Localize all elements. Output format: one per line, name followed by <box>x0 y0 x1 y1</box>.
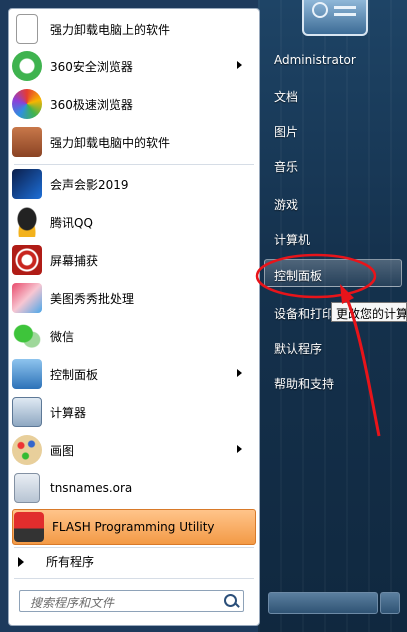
separator <box>14 547 254 548</box>
program-label: 360极速浏览器 <box>50 97 133 112</box>
program-item[interactable]: 画图 <box>12 432 256 468</box>
program-label: 画图 <box>50 443 75 458</box>
triangle-right-icon <box>18 556 24 567</box>
video-editor-icon <box>12 169 42 199</box>
separator <box>14 164 254 165</box>
program-item[interactable]: 微信 <box>12 318 256 354</box>
program-label: 美图秀秀批处理 <box>50 291 135 306</box>
meitu-icon <box>12 283 42 313</box>
program-label: 会声会影2019 <box>50 177 129 192</box>
program-label: FLASH Programming Utility <box>52 520 215 534</box>
document-icon <box>16 14 38 44</box>
separator <box>14 578 254 579</box>
file-icon <box>14 473 40 503</box>
program-label: tnsnames.ora <box>50 481 133 495</box>
silicon-labs-icon <box>14 512 44 542</box>
program-label: 微信 <box>50 329 75 344</box>
program-item[interactable]: 美图秀秀批处理 <box>12 280 256 316</box>
program-item[interactable]: 计算器 <box>12 394 256 430</box>
submenu-arrow-icon <box>237 61 242 69</box>
shutdown-options-button[interactable] <box>380 592 400 614</box>
user-avatar-icon <box>312 2 328 18</box>
search-input[interactable]: 搜索程序和文件 <box>19 590 244 612</box>
program-item[interactable]: 屏幕捕获 <box>12 242 256 278</box>
submenu-arrow-icon <box>237 445 242 453</box>
program-item[interactable]: tnsnames.ora <box>12 470 256 506</box>
search-placeholder: 搜索程序和文件 <box>30 596 115 610</box>
program-item[interactable]: 控制面板 <box>12 356 256 392</box>
program-item[interactable]: 360安全浏览器 <box>12 48 256 84</box>
program-item[interactable]: 强力卸载电脑上的软件 <box>12 11 256 47</box>
program-item-highlighted[interactable]: FLASH Programming Utility <box>12 509 256 545</box>
right-item-music[interactable]: 音乐 <box>274 158 298 175</box>
right-item-help-support[interactable]: 帮助和支持 <box>274 375 334 392</box>
all-programs[interactable]: 所有程序 <box>18 553 94 570</box>
search-icon[interactable] <box>224 594 237 607</box>
qq-penguin-icon <box>12 207 42 237</box>
right-item-games[interactable]: 游戏 <box>274 196 298 213</box>
control-panel-icon <box>12 359 42 389</box>
program-label: 控制面板 <box>50 367 99 382</box>
submenu-arrow-icon <box>237 369 242 377</box>
360-browser-icon <box>12 51 42 81</box>
user-picture[interactable] <box>302 0 368 36</box>
program-label: 强力卸载电脑中的软件 <box>50 135 171 150</box>
program-item[interactable]: 会声会影2019 <box>12 166 256 202</box>
right-item-default-programs[interactable]: 默认程序 <box>274 340 322 357</box>
program-label: 屏幕捕获 <box>50 253 99 268</box>
paint-icon <box>12 435 42 465</box>
program-label: 腾讯QQ <box>50 215 93 230</box>
program-item[interactable]: 强力卸载电脑中的软件 <box>12 124 256 160</box>
right-item-control-panel[interactable]: 控制面板 <box>274 267 322 284</box>
user-avatar-line <box>334 6 356 9</box>
right-item-computer[interactable]: 计算机 <box>274 231 310 248</box>
program-label: 360安全浏览器 <box>50 59 133 74</box>
tooltip: 更改您的计算 <box>331 302 407 322</box>
program-label: 强力卸载电脑上的软件 <box>50 22 171 37</box>
screen-capture-icon <box>12 245 42 275</box>
right-item-devices-printers[interactable]: 设备和打印 <box>274 305 334 322</box>
uninstall-box-icon <box>12 127 42 157</box>
wechat-icon <box>12 321 42 351</box>
program-label: 计算器 <box>50 405 87 420</box>
360-speed-browser-icon <box>12 89 42 119</box>
all-programs-label: 所有程序 <box>46 555 95 569</box>
program-item[interactable]: 腾讯QQ <box>12 204 256 240</box>
calculator-icon <box>12 397 42 427</box>
user-avatar-line <box>334 13 356 16</box>
right-item-user[interactable]: Administrator <box>274 53 356 67</box>
shutdown-button[interactable] <box>268 592 378 614</box>
right-item-pictures[interactable]: 图片 <box>274 123 298 140</box>
program-item[interactable]: 360极速浏览器 <box>12 86 256 122</box>
right-item-documents[interactable]: 文档 <box>274 88 298 105</box>
